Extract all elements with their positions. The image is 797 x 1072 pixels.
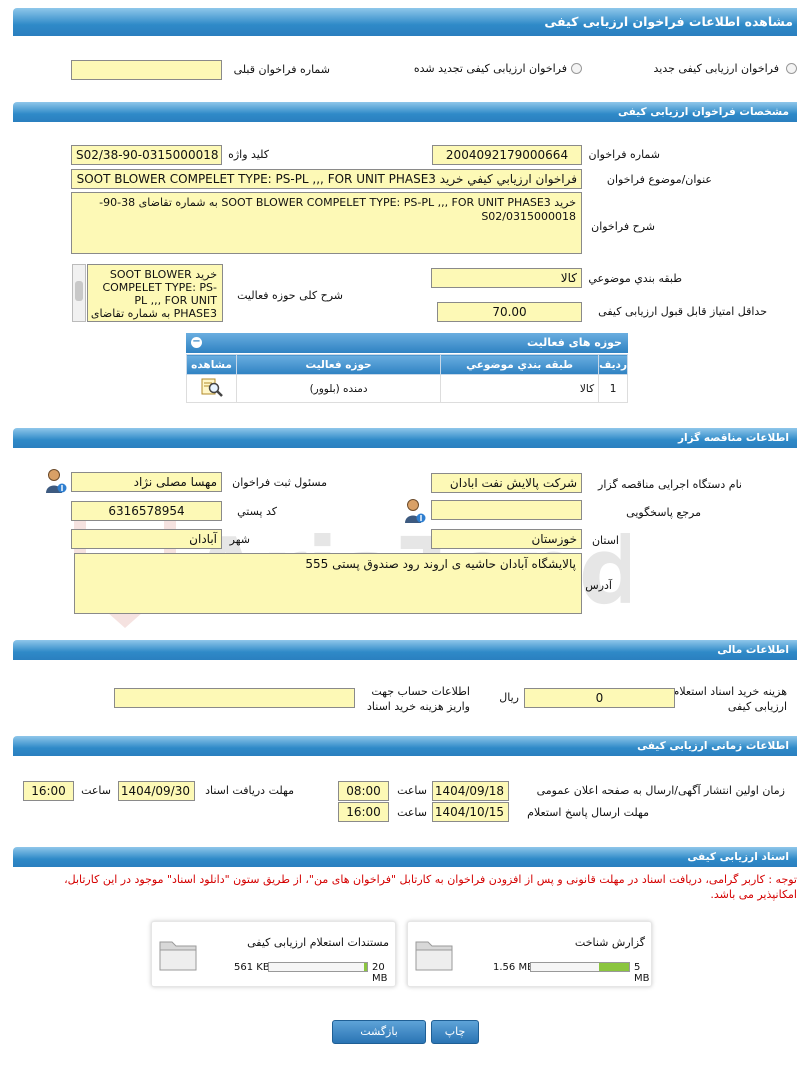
doc-cost-field: 0	[524, 688, 675, 708]
reply-date-field: 1404/10/15	[432, 802, 509, 822]
radio-new-call-label: فراخوان ارزیابی کیفی جدید	[653, 62, 779, 75]
user-icon[interactable]	[45, 468, 67, 494]
publish-hour-field: 08:00	[338, 781, 389, 801]
registrar-label: مسئول ثبت فراخوان	[232, 476, 327, 489]
call-number-field: 2004092179000664	[432, 145, 582, 165]
magnifier-document-icon[interactable]	[200, 376, 224, 398]
col-field: حوزه فعاليت	[235, 354, 442, 375]
radio-new-call[interactable]	[786, 63, 797, 74]
publish-time-label: زمان اولین انتشار آگهی/ارسال به صفحه اعل…	[536, 784, 785, 797]
table-header-row: رديف طبقه بندي موضوعي حوزه فعاليت مشاهده	[186, 354, 628, 375]
keyword-field: S02/38-90-0315000018	[71, 145, 222, 165]
description-label: شرح فراخوان	[591, 220, 655, 233]
document-max-size: 5 MB	[634, 962, 650, 984]
cell-field: دمنده (بلوور)	[235, 374, 442, 403]
postal-code-field: 6316578954	[71, 501, 222, 521]
keyword-label: کلید واژه	[228, 148, 269, 161]
activities-table: رديف طبقه بندي موضوعي حوزه فعاليت مشاهده…	[186, 354, 628, 403]
organizer-name-field: شرکت پالایش نفت ابادان	[431, 473, 582, 493]
postal-code-label: کد پستي	[237, 505, 277, 518]
radio-renewed-call[interactable]	[571, 63, 582, 74]
organizer-name-label: نام دستگاه اجرایی مناقصه گزار	[598, 478, 742, 491]
scrollbar-thumb[interactable]	[75, 281, 83, 301]
reply-deadline-label: مهلت ارسال پاسخ استعلام	[527, 806, 649, 819]
receive-deadline-label: مهلت دریافت اسناد	[205, 784, 294, 797]
document-card-report[interactable]: گزارش شناخت 1.56 MB 5 MB	[407, 921, 652, 987]
subject-label: عنوان/موضوع فراخوان	[606, 173, 712, 186]
call-number-label: شماره فراخوان	[588, 148, 661, 161]
receive-hour-field: 16:00	[23, 781, 74, 801]
document-size-bar	[530, 962, 630, 972]
reference-field	[431, 500, 582, 520]
doc-cost-label: هزینه خرید اسناد استعلام ارزیابی کیفی	[672, 685, 787, 713]
min-score-label: حداقل امتیاز قابل قبول ارزیابی کیفی	[598, 305, 767, 318]
publish-date-field: 1404/09/18	[432, 781, 509, 801]
reply-hour-field: 16:00	[338, 802, 389, 822]
page-title: مشاهده اطلاعات فراخوان ارزیابی کیفی	[13, 8, 797, 36]
section-header-spec: مشخصات فراخوان ارزیابی کیفی	[13, 102, 797, 122]
publish-hour-label: ساعت	[397, 784, 427, 797]
reply-hour-label: ساعت	[397, 806, 427, 819]
document-size-bar	[268, 962, 368, 972]
address-field: پالایشگاه آبادان حاشیه ی اروند رود صندوق…	[74, 553, 582, 614]
col-row: رديف	[598, 354, 628, 375]
document-size: 1.56 MB	[493, 962, 534, 973]
cell-category: کالا	[440, 374, 600, 403]
activity-description-field: خريد SOOT BLOWER COMPELET TYPE: PS-PL ,,…	[87, 264, 223, 322]
cell-row: 1	[598, 374, 628, 403]
receive-date-field: 1404/09/30	[118, 781, 195, 801]
previous-call-number-field	[71, 60, 222, 80]
documents-notice: توجه : کاربر گرامی، دریافت اسناد در مهلت…	[64, 873, 797, 901]
col-category: طبقه بندي موضوعي	[440, 354, 600, 375]
cell-view[interactable]	[186, 374, 237, 403]
currency-label: ریال	[499, 691, 519, 704]
account-info-field	[114, 688, 355, 708]
province-field: خوزستان	[431, 529, 582, 549]
document-size: 561 KB	[234, 962, 270, 973]
activities-header: حوزه های فعالیت −	[186, 333, 628, 353]
section-header-organizer: اطلاعات مناقصه گزار	[13, 428, 797, 448]
city-label: شهر	[229, 533, 250, 546]
section-header-financial: اطلاعات مالی	[13, 640, 797, 660]
document-card-inquiry[interactable]: مستندات استعلام ارزیابی کیفی 561 KB 20 M…	[151, 921, 396, 987]
activities-title: حوزه های فعالیت	[527, 336, 622, 349]
size-bar-fill	[364, 963, 367, 971]
folder-icon[interactable]	[414, 936, 454, 972]
back-button[interactable]: بازگشت	[332, 1020, 426, 1044]
address-label: آدرس	[585, 579, 612, 592]
document-max-size: 20 MB	[372, 962, 388, 984]
category-label: طبقه بندي موضوعي	[588, 272, 682, 285]
print-button[interactable]: چاپ	[431, 1020, 479, 1044]
collapse-icon[interactable]: −	[191, 337, 202, 348]
reference-label: مرجع پاسخگویی	[626, 506, 701, 519]
account-info-label: اطلاعات حساب جهت واریز هزینه خرید اسناد	[367, 685, 470, 713]
radio-renewed-call-label: فراخوان ارزیابی کیفی تجدید شده	[413, 62, 567, 75]
min-score-field: 70.00	[437, 302, 582, 322]
user-icon[interactable]	[404, 498, 426, 524]
col-view: مشاهده	[186, 354, 237, 375]
category-field: کالا	[431, 268, 582, 288]
activity-description-scrollbar[interactable]	[72, 264, 86, 322]
activity-description-label: شرح کلی حوزه فعالیت	[237, 289, 343, 302]
province-label: استان	[591, 534, 619, 547]
registrar-field: مهسا مصلی نژاد	[71, 472, 222, 492]
receive-hour-label: ساعت	[81, 784, 111, 797]
section-header-documents: اسناد ارزیابی کیفی	[13, 847, 797, 867]
document-title: مستندات استعلام ارزیابی کیفی	[247, 936, 389, 949]
table-row: 1 کالا دمنده (بلوور)	[186, 374, 628, 403]
document-title: گزارش شناخت	[574, 936, 645, 949]
subject-field: فراخوان ارزيابي کيفي خريد SOOT BLOWER CO…	[71, 169, 582, 189]
folder-icon[interactable]	[158, 936, 198, 972]
previous-call-number-label: شماره فراخوان قبلی	[233, 63, 330, 76]
section-header-timing: اطلاعات زمانی ارزیابی کیفی	[13, 736, 797, 756]
city-field: آبادان	[71, 529, 222, 549]
description-field: خريد SOOT BLOWER COMPELET TYPE: PS-PL ,,…	[71, 192, 582, 254]
size-bar-fill	[598, 963, 629, 971]
